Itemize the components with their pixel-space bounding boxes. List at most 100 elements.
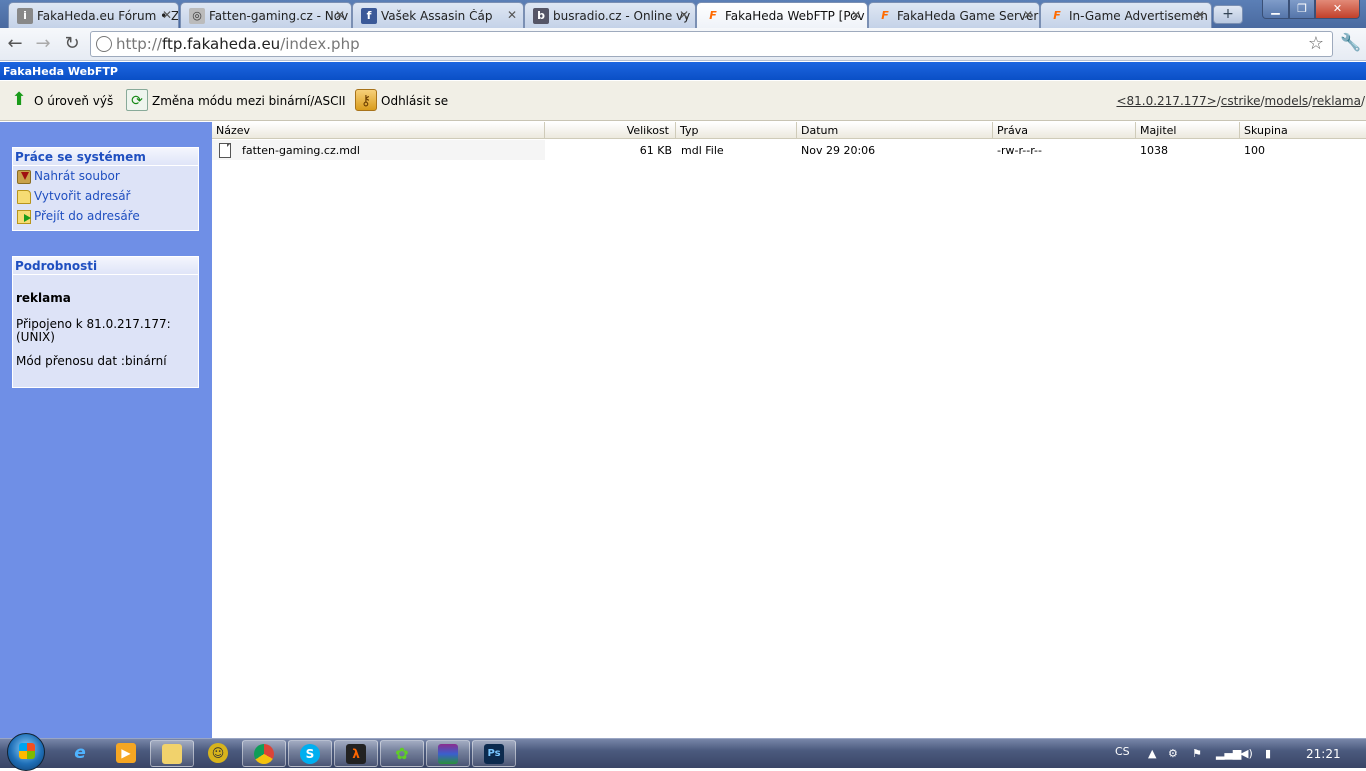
maximize-button[interactable]: ❐ <box>1289 0 1315 19</box>
tab-fakaheda-webftp[interactable]: F FakaHeda WebFTP [Pov ✕ <box>696 2 868 29</box>
fakaheda-icon: F <box>709 9 717 22</box>
go-to-directory-link[interactable]: Přejít do adresáře <box>13 206 198 226</box>
clock[interactable]: 21:21 <box>1306 747 1341 761</box>
taskbar-internet-explorer[interactable]: e <box>58 740 102 767</box>
url-host: ftp.fakaheda.eu <box>161 35 281 53</box>
file-date-cell: Nov 29 20:06 <box>801 144 876 157</box>
close-icon[interactable]: ✕ <box>679 8 689 22</box>
close-icon[interactable]: ✕ <box>162 8 172 22</box>
address-bar[interactable]: http://ftp.fakaheda.eu/index.php ☆ <box>90 31 1333 57</box>
internet-explorer-icon: e <box>74 743 86 763</box>
level-up-button[interactable]: ⬆ O úroveň výš <box>8 89 113 113</box>
globe-icon <box>96 36 112 52</box>
windows-logo-icon <box>19 743 35 759</box>
taskbar-half-life[interactable]: λ <box>334 740 378 767</box>
create-directory-link[interactable]: Vytvořit adresář <box>13 186 198 206</box>
details-panel-title: Podrobnosti <box>13 257 198 275</box>
new-tab-button[interactable]: + <box>1213 5 1243 24</box>
taskbar-explorer[interactable] <box>150 740 194 767</box>
action-center-flag-icon[interactable]: ⚑ <box>1192 747 1202 760</box>
close-icon[interactable]: ✕ <box>507 8 517 22</box>
column-header-type[interactable]: Typ <box>676 122 797 139</box>
photoshop-icon: Ps <box>484 744 504 764</box>
reload-icon[interactable]: ↻ <box>61 33 83 55</box>
start-button[interactable] <box>7 733 45 771</box>
tab-facebook[interactable]: f Vašek Assasin Čáp ✕ <box>352 2 524 28</box>
path-breadcrumb: <81.0.217.177>/cstrike/models/reklama/ <box>1116 94 1365 108</box>
file-list-header: Název Velikost Typ Datum Práva Majitel S… <box>212 122 1366 139</box>
winrar-icon <box>438 744 458 764</box>
new-folder-icon <box>17 190 31 204</box>
bookmark-star-icon[interactable]: ☆ <box>1308 33 1324 54</box>
steam-icon[interactable]: ⚙ <box>1168 747 1178 760</box>
file-icon <box>219 143 231 158</box>
close-icon[interactable]: ✕ <box>335 8 345 22</box>
network-signal-icon[interactable]: ▂▄▆ <box>1216 747 1241 760</box>
system-panel: Práce se systémem Nahrát soubor Vytvořit… <box>12 147 199 231</box>
file-row[interactable]: fatten-gaming.cz.mdl 61 KB mdl File Nov … <box>212 140 1366 160</box>
breadcrumb-reklama[interactable]: reklama <box>1312 94 1361 108</box>
breadcrumb-host[interactable]: <81.0.217.177> <box>1116 94 1216 108</box>
taskbar-winrar[interactable] <box>426 740 470 767</box>
taskbar-icq[interactable]: ✿ <box>380 740 424 767</box>
back-arrow-icon[interactable]: ← <box>4 33 26 55</box>
fakaheda-icon: F <box>881 9 889 22</box>
tab-fatten-gaming[interactable]: ◎ Fatten-gaming.cz - Nov ✕ <box>180 2 352 28</box>
file-type-cell: mdl File <box>681 144 724 157</box>
page-title: FakaHeda WebFTP <box>0 62 1366 80</box>
taskbar-skype[interactable]: S <box>288 740 332 767</box>
breadcrumb-cstrike[interactable]: cstrike <box>1221 94 1261 108</box>
column-header-date[interactable]: Datum <box>797 122 993 139</box>
windows-taskbar: e ▶ ☺ S λ ✿ Ps CS ▲ ⚙ ⚑ ▂▄▆ ◀) ▮ 21:21 <box>0 733 1366 771</box>
file-permissions-cell: -rw-r--r-- <box>997 144 1042 157</box>
forward-arrow-icon[interactable]: → <box>32 33 54 55</box>
file-group-cell: 100 <box>1244 144 1265 157</box>
file-list: Název Velikost Typ Datum Práva Majitel S… <box>212 122 1366 738</box>
close-icon[interactable]: ✕ <box>1023 8 1033 22</box>
taskbar-chrome[interactable] <box>242 740 286 767</box>
facebook-icon: f <box>361 8 377 24</box>
current-directory-name: reklama <box>16 291 71 305</box>
tab-busradio[interactable]: b busradio.cz - Online vy ✕ <box>524 2 696 28</box>
tab-fakaheda-forum[interactable]: i FakaHeda.eu Fórum • Z ✕ <box>8 2 179 28</box>
fatten-gaming-icon: ◎ <box>189 8 205 24</box>
battery-icon[interactable]: ▮ <box>1265 747 1271 760</box>
details-body: reklama Připojeno k 81.0.217.177: (UNIX)… <box>13 275 198 368</box>
transfer-mode-info: Mód přenosu dat :binární <box>16 354 167 368</box>
toggle-transfer-mode-button[interactable]: ⟳ Změna módu mezi binární/ASCII <box>126 89 346 113</box>
taskbar-app-smiley[interactable]: ☺ <box>196 740 240 767</box>
volume-icon[interactable]: ◀) <box>1240 747 1253 760</box>
close-icon[interactable]: ✕ <box>1195 8 1205 22</box>
logout-button[interactable]: ⚷ Odhlásit se <box>355 89 448 113</box>
file-name-cell[interactable]: fatten-gaming.cz.mdl <box>212 140 545 160</box>
fakaheda-icon: F <box>1053 9 1061 22</box>
forum-icon: i <box>17 8 33 24</box>
taskbar-photoshop[interactable]: Ps <box>472 740 516 767</box>
file-size-cell: 61 KB <box>639 144 672 157</box>
upload-icon <box>17 170 31 184</box>
skype-icon: S <box>300 744 320 764</box>
column-header-size[interactable]: Velikost <box>545 122 676 139</box>
browser-tab-strip: i FakaHeda.eu Fórum • Z ✕ ◎ Fatten-gamin… <box>0 0 1366 29</box>
language-indicator[interactable]: CS <box>1115 745 1130 758</box>
smiley-icon: ☺ <box>208 743 228 763</box>
browser-navigation-bar: ← → ↻ http://ftp.fakaheda.eu/index.php ☆… <box>0 28 1366 61</box>
breadcrumb-models[interactable]: models <box>1265 94 1309 108</box>
icq-flower-icon: ✿ <box>395 744 409 763</box>
column-header-permissions[interactable]: Práva <box>993 122 1136 139</box>
taskbar-media-player[interactable]: ▶ <box>104 740 148 767</box>
column-header-owner[interactable]: Majitel <box>1136 122 1240 139</box>
half-life-icon: λ <box>346 744 366 764</box>
upload-file-link[interactable]: Nahrát soubor <box>13 166 198 186</box>
close-icon[interactable]: ✕ <box>851 8 861 22</box>
tab-in-game-advertisement[interactable]: F In-Game Advertisemen ✕ <box>1040 2 1212 28</box>
show-hidden-icons-icon[interactable]: ▲ <box>1148 747 1156 760</box>
column-header-group[interactable]: Skupina <box>1240 122 1366 139</box>
wrench-menu-icon[interactable]: 🔧 <box>1340 33 1361 53</box>
column-header-name[interactable]: Název <box>212 122 545 139</box>
tab-fakaheda-game-server[interactable]: F FakaHeda Game Server ✕ <box>868 2 1040 28</box>
webftp-toolbar: ⬆ O úroveň výš ⟳ Změna módu mezi binární… <box>0 81 1366 121</box>
close-window-button[interactable]: ✕ <box>1315 0 1360 19</box>
system-tray: CS ▲ ⚙ ⚑ ▂▄▆ ◀) ▮ 21:21 <box>1110 739 1366 769</box>
minimize-button[interactable]: ▁ <box>1262 0 1289 19</box>
